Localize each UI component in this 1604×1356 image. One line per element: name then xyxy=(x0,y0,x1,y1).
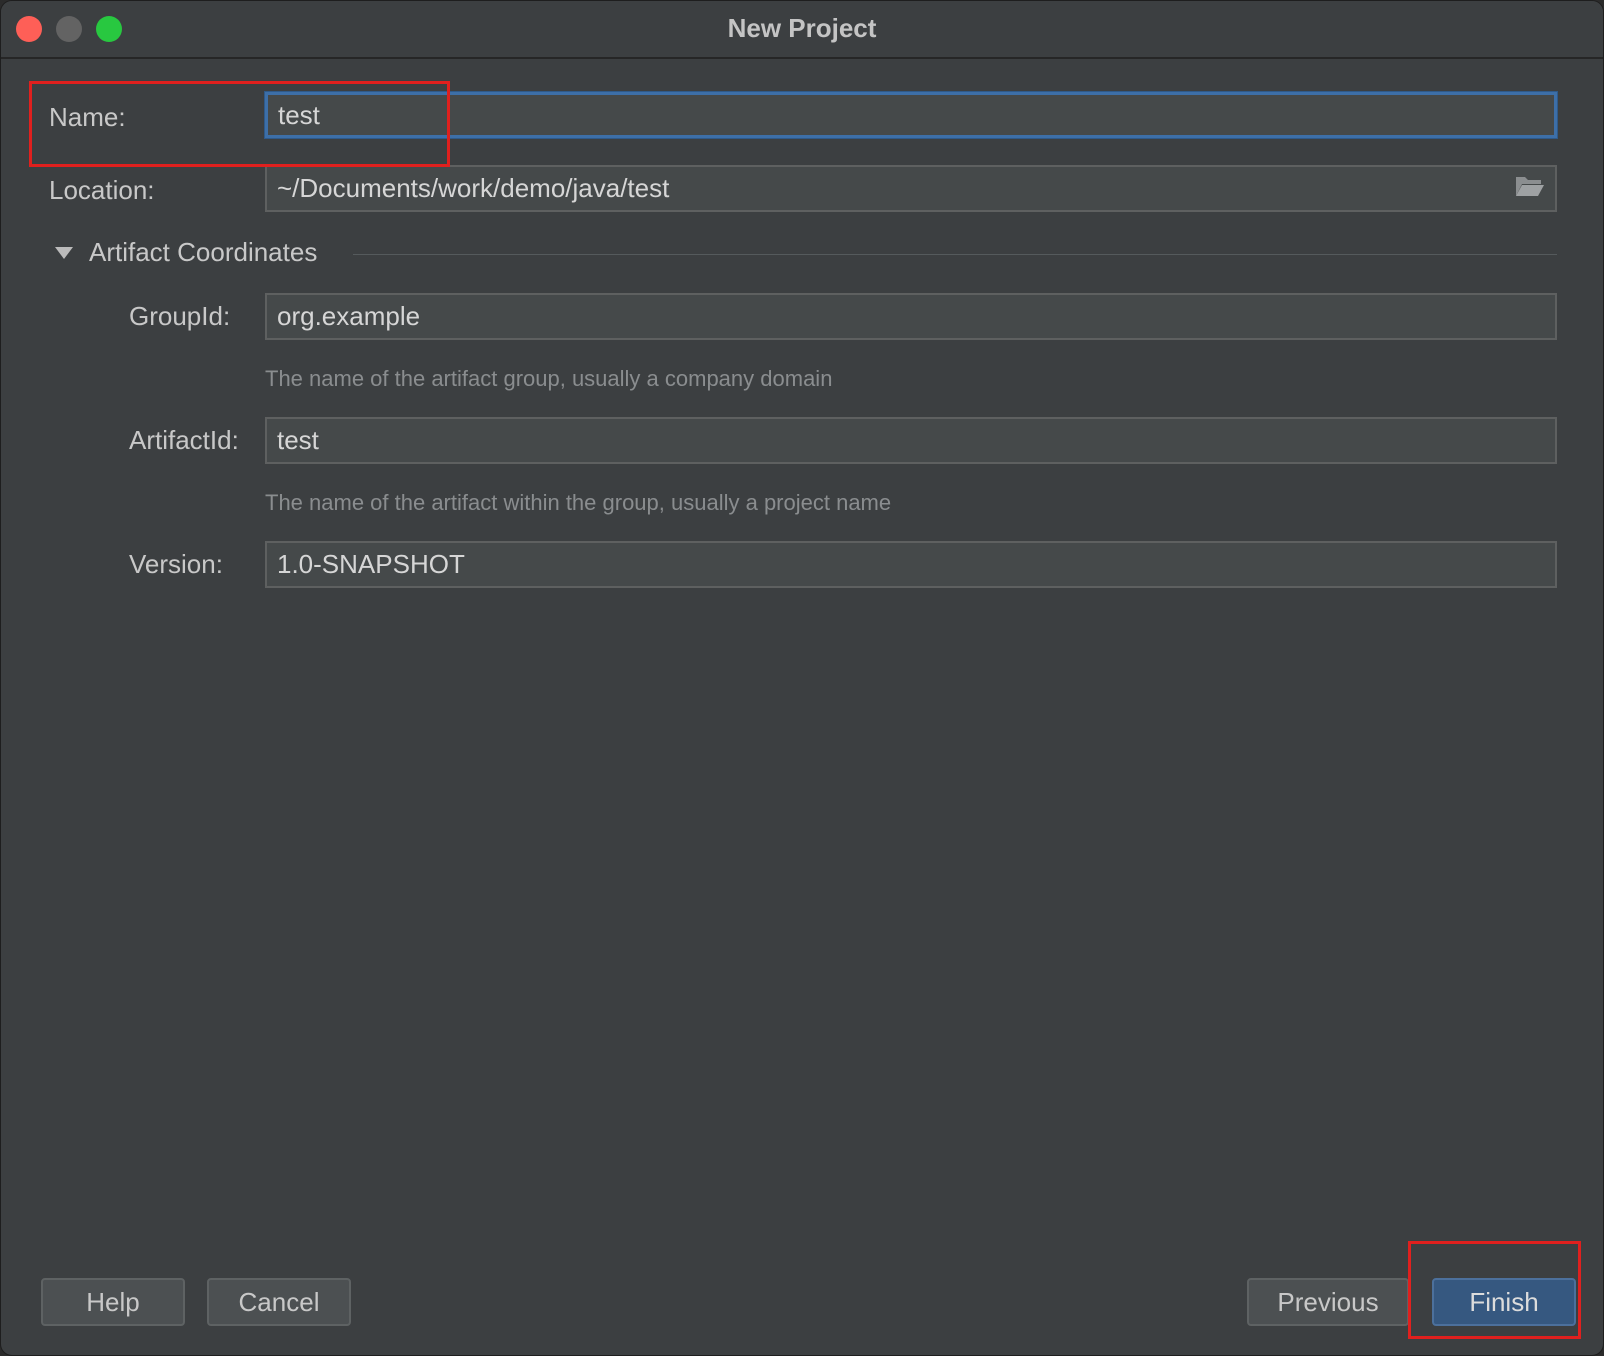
name-field[interactable] xyxy=(265,92,1557,138)
window-title: New Project xyxy=(727,13,877,43)
groupid-field[interactable] xyxy=(265,293,1557,340)
artifactid-field[interactable] xyxy=(265,417,1557,464)
previous-button[interactable]: Previous xyxy=(1247,1278,1409,1326)
artifactid-label: ArtifactId: xyxy=(129,425,239,455)
section-title: Artifact Coordinates xyxy=(89,237,318,267)
finish-annotation-box xyxy=(1408,1241,1581,1339)
location-field-wrapper xyxy=(265,165,1557,212)
cancel-button[interactable]: Cancel xyxy=(207,1278,351,1326)
new-project-dialog: New Project Name: Location: Artifact Coo… xyxy=(0,0,1604,1356)
title-bar: New Project xyxy=(1,1,1603,59)
location-label: Location: xyxy=(49,175,155,205)
artifact-coordinates-header[interactable]: Artifact Coordinates xyxy=(55,237,1557,271)
groupid-label: GroupId: xyxy=(129,301,231,331)
version-field[interactable] xyxy=(265,541,1557,588)
name-annotation-box xyxy=(29,81,450,167)
groupid-hint: The name of the artifact group, usually … xyxy=(265,366,833,391)
help-button[interactable]: Help xyxy=(41,1278,185,1326)
location-field[interactable] xyxy=(265,165,1557,212)
folder-open-icon[interactable] xyxy=(1515,174,1545,198)
artifactid-hint: The name of the artifact within the grou… xyxy=(265,490,892,515)
triangle-down-icon[interactable] xyxy=(55,247,73,259)
version-label: Version: xyxy=(129,549,223,579)
section-divider xyxy=(353,254,1557,255)
